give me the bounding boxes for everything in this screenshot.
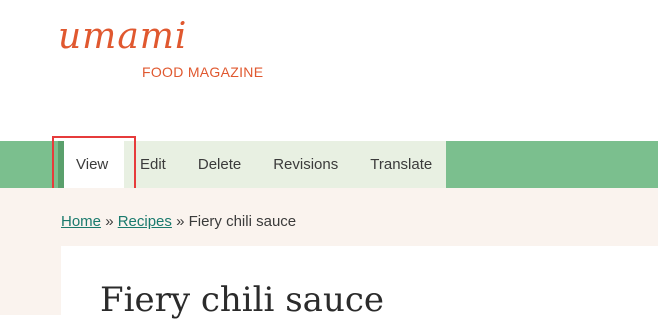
tab-view[interactable]: View xyxy=(58,141,124,188)
breadcrumb-separator: » xyxy=(176,213,189,230)
tab-revisions[interactable]: Revisions xyxy=(257,141,354,188)
local-tasks-tabs: View Edit Delete Revisions Translate xyxy=(58,141,446,188)
site-logo[interactable]: umami FOOD MAGAZINE xyxy=(58,14,268,84)
breadcrumb-recipes-link[interactable]: Recipes xyxy=(118,213,172,230)
logo-wordmark: umami xyxy=(58,16,188,57)
breadcrumb: Home » Recipes » Fiery chili sauce xyxy=(61,213,296,230)
logo-tagline: FOOD MAGAZINE xyxy=(142,64,264,80)
tab-translate[interactable]: Translate xyxy=(354,141,448,188)
tab-edit[interactable]: Edit xyxy=(124,141,182,188)
breadcrumb-current: Fiery chili sauce xyxy=(188,213,297,230)
tab-delete[interactable]: Delete xyxy=(182,141,257,188)
breadcrumb-separator: » xyxy=(105,213,118,230)
primary-tabs-band: View Edit Delete Revisions Translate xyxy=(0,141,658,188)
main-content: Home » Recipes » Fiery chili sauce Fiery… xyxy=(0,188,658,320)
site-header: umami FOOD MAGAZINE xyxy=(0,0,658,141)
page-title: Fiery chili sauce xyxy=(100,280,385,320)
recipe-card: Fiery chili sauce xyxy=(61,246,658,320)
breadcrumb-home-link[interactable]: Home xyxy=(61,213,101,230)
